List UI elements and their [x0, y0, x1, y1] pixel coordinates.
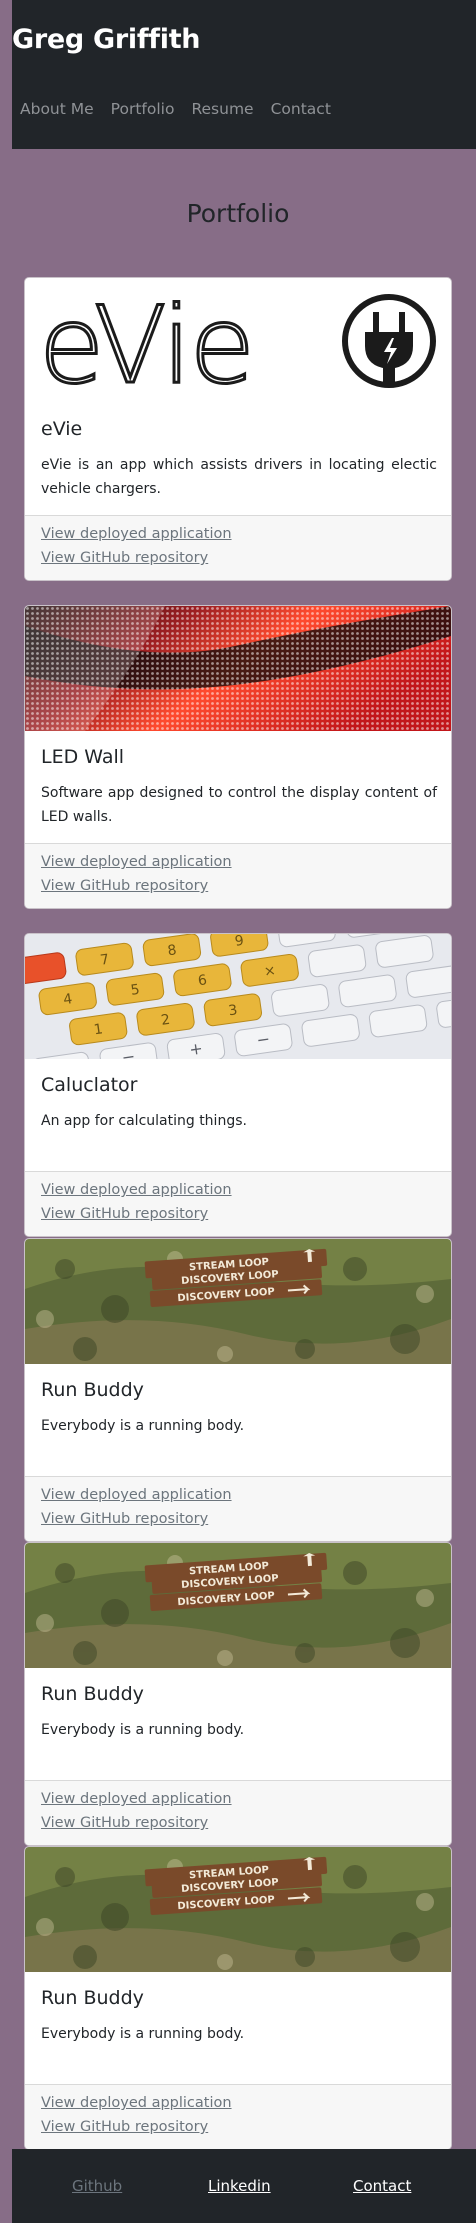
card-footer: View deployed application View GitHub re… [25, 1171, 451, 1236]
project-description: Software app designed to control the dis… [41, 785, 437, 825]
project-image-led-wall [25, 606, 451, 731]
evie-logo-wordmark: eVie [39, 284, 253, 403]
view-github-link[interactable]: View GitHub repository [41, 550, 208, 566]
nav-link-about-me[interactable]: About Me [20, 100, 94, 118]
portfolio-heading: Portfolio [186, 199, 290, 228]
nav-link-resume[interactable]: Resume [191, 100, 253, 118]
view-deployed-link[interactable]: View deployed application [41, 1182, 232, 1198]
project-image-trail-sign: STREAM LOOP DISCOVERY LOOP DISCOVERY LOO… [25, 1239, 451, 1364]
project-description: Everybody is a running body. [41, 2026, 245, 2042]
view-github-link[interactable]: View GitHub repository [41, 878, 208, 894]
project-title: Caluclator [41, 1074, 138, 1096]
plug-icon [342, 294, 436, 388]
project-card: STREAM LOOP DISCOVERY LOOP DISCOVERY LOO… [24, 1542, 452, 1846]
footer-contact-link[interactable]: Contact [353, 2177, 411, 2195]
project-card: 789 4 5 6 × 123 = + − Caluclator An app for c… [24, 933, 452, 1237]
project-title: Run Buddy [41, 1987, 144, 2009]
project-description: eVie is an app which assists drivers in … [41, 457, 437, 497]
main-nav: About Me Portfolio Resume Contact [20, 100, 331, 118]
footer-linkedin-link[interactable]: Linkedin [208, 2177, 271, 2195]
card-footer: View deployed application View GitHub re… [25, 1780, 451, 1845]
project-image-evie-logo: eVie [25, 278, 451, 403]
project-description: Everybody is a running body. [41, 1722, 245, 1738]
card-footer: View deployed application View GitHub re… [25, 843, 451, 908]
view-deployed-link[interactable]: View deployed application [41, 854, 232, 870]
project-title: Run Buddy [41, 1379, 144, 1401]
project-card: LED Wall Software app designed to contro… [24, 605, 452, 909]
project-image-calculator: 789 4 5 6 × 123 = + − [25, 934, 451, 1059]
nav-link-portfolio[interactable]: Portfolio [111, 100, 175, 118]
site-title[interactable]: Greg Griffith [12, 24, 201, 55]
project-card: STREAM LOOP DISCOVERY LOOP DISCOVERY LOO… [24, 1238, 452, 1542]
project-card: eVie eVie eVie is an app which assists d… [24, 277, 452, 581]
svg-text:×: × [263, 963, 277, 980]
project-title: eVie [41, 418, 83, 440]
project-image-trail-sign: STREAM LOOP DISCOVERY LOOP DISCOVERY LOO… [25, 1847, 451, 1972]
svg-text:+: + [188, 1039, 204, 1059]
project-description: Everybody is a running body. [41, 1418, 245, 1434]
project-title: LED Wall [41, 746, 125, 768]
view-deployed-link[interactable]: View deployed application [41, 2095, 232, 2111]
site-footer: Github Linkedin Contact [12, 2149, 476, 2223]
project-image-trail-sign: STREAM LOOP DISCOVERY LOOP DISCOVERY LOO… [25, 1543, 451, 1668]
view-github-link[interactable]: View GitHub repository [41, 1511, 208, 1527]
view-deployed-link[interactable]: View deployed application [41, 1487, 232, 1503]
project-title: Run Buddy [41, 1683, 144, 1705]
site-header: Greg Griffith About Me Portfolio Resume … [12, 0, 476, 149]
view-deployed-link[interactable]: View deployed application [41, 1791, 232, 1807]
view-github-link[interactable]: View GitHub repository [41, 2119, 208, 2135]
card-footer: View deployed application View GitHub re… [25, 2084, 451, 2149]
nav-link-contact[interactable]: Contact [271, 100, 331, 118]
project-description: An app for calculating things. [41, 1113, 247, 1129]
card-footer: View deployed application View GitHub re… [25, 1476, 451, 1541]
view-deployed-link[interactable]: View deployed application [41, 526, 232, 542]
footer-github-link[interactable]: Github [72, 2177, 122, 2195]
svg-text:−: − [255, 1029, 271, 1050]
view-github-link[interactable]: View GitHub repository [41, 1206, 208, 1222]
card-footer: View deployed application View GitHub re… [25, 515, 451, 580]
view-github-link[interactable]: View GitHub repository [41, 1815, 208, 1831]
project-card: STREAM LOOP DISCOVERY LOOP DISCOVERY LOO… [24, 1846, 452, 2150]
